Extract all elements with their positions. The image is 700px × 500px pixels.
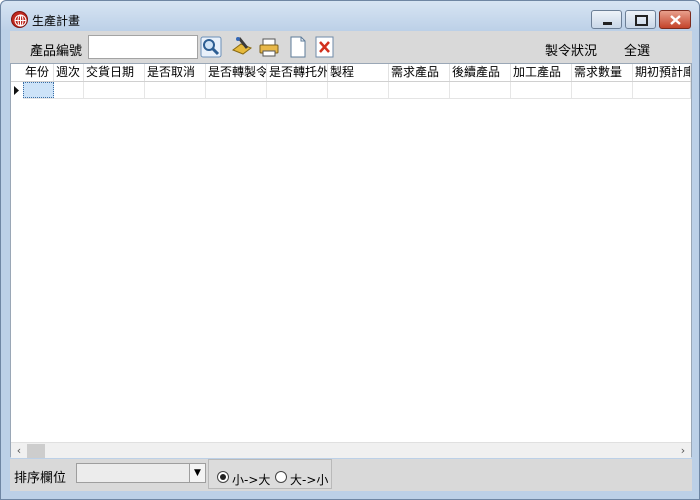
table-cell[interactable] <box>389 82 450 98</box>
table-cell[interactable] <box>267 82 328 98</box>
column-header[interactable]: 交貨日期 <box>84 64 145 81</box>
column-header[interactable]: 製程 <box>328 64 389 81</box>
chevron-down-icon[interactable]: ▼ <box>189 464 205 482</box>
table-row[interactable] <box>23 82 691 99</box>
sort-field-select[interactable]: ▼ <box>76 463 206 483</box>
column-header[interactable]: 期初預計庫 <box>633 64 691 81</box>
new-document-icon[interactable] <box>287 36 309 58</box>
minimize-button[interactable] <box>591 10 622 29</box>
column-header[interactable]: 年份 <box>23 64 54 81</box>
mo-status-button[interactable]: 製令狀況 <box>545 40 597 59</box>
bottom-bar: 排序欄位 ▼ 小->大 大->小 <box>10 459 692 491</box>
product-no-input[interactable] <box>88 35 198 59</box>
app-globe-icon <box>11 11 28 28</box>
sort-asc-radio[interactable] <box>217 471 229 483</box>
product-no-label: 產品編號 <box>30 44 83 59</box>
search-icon[interactable] <box>200 36 222 58</box>
horizontal-scrollbar[interactable]: ‹ › <box>11 442 691 458</box>
maximize-button[interactable] <box>625 10 656 29</box>
table-cell[interactable] <box>23 82 54 98</box>
scroll-right-icon[interactable]: › <box>675 444 691 458</box>
table-cell[interactable] <box>328 82 389 98</box>
table-cell[interactable] <box>511 82 572 98</box>
select-all-button[interactable]: 全選 <box>624 40 650 59</box>
table-cell[interactable] <box>206 82 267 98</box>
sort-order-group: 小->大 大->小 <box>208 459 332 489</box>
column-header[interactable]: 需求數量 <box>572 64 633 81</box>
column-header[interactable]: 週次 <box>54 64 84 81</box>
scroll-thumb[interactable] <box>27 444 45 458</box>
title-bar: 生產計畫 <box>1 1 699 31</box>
grid-header: 年份 週次 交貨日期 是否取消 是否轉製令 是否轉托外 製程 需求產品 後續產品… <box>11 64 691 82</box>
window-title: 生產計畫 <box>32 14 81 28</box>
sort-asc-label[interactable]: 小->大 <box>232 471 270 488</box>
sort-desc-radio[interactable] <box>275 471 287 483</box>
print-icon[interactable] <box>258 36 280 58</box>
edit-pen-icon[interactable] <box>231 36 253 58</box>
column-header[interactable]: 加工產品 <box>511 64 572 81</box>
sort-desc-label[interactable]: 大->小 <box>290 471 328 488</box>
table-cell[interactable] <box>633 82 691 98</box>
table-cell[interactable] <box>145 82 206 98</box>
scroll-left-icon[interactable]: ‹ <box>11 444 27 458</box>
data-grid[interactable]: 年份 週次 交貨日期 是否取消 是否轉製令 是否轉托外 製程 需求產品 後續產品… <box>10 63 692 458</box>
current-row-arrow-icon <box>11 82 23 99</box>
column-header[interactable]: 是否轉製令 <box>206 64 267 81</box>
toolbar: 產品編號 製令狀況 全選 <box>10 31 692 63</box>
table-cell[interactable] <box>450 82 511 98</box>
column-header[interactable]: 是否取消 <box>145 64 206 81</box>
column-header[interactable]: 需求產品 <box>389 64 450 81</box>
sort-field-label: 排序欄位 <box>14 471 67 486</box>
table-cell[interactable] <box>84 82 145 98</box>
column-header[interactable]: 後續產品 <box>450 64 511 81</box>
close-button[interactable] <box>659 10 691 29</box>
delete-icon[interactable] <box>314 36 336 58</box>
main-window: 生產計畫 產品編號 製令狀況 全選 年份 週次 交貨日期 是否取消 是否轉製令 … <box>0 0 700 500</box>
table-cell[interactable] <box>572 82 633 98</box>
table-cell[interactable] <box>54 82 84 98</box>
column-header[interactable]: 是否轉托外 <box>267 64 328 81</box>
